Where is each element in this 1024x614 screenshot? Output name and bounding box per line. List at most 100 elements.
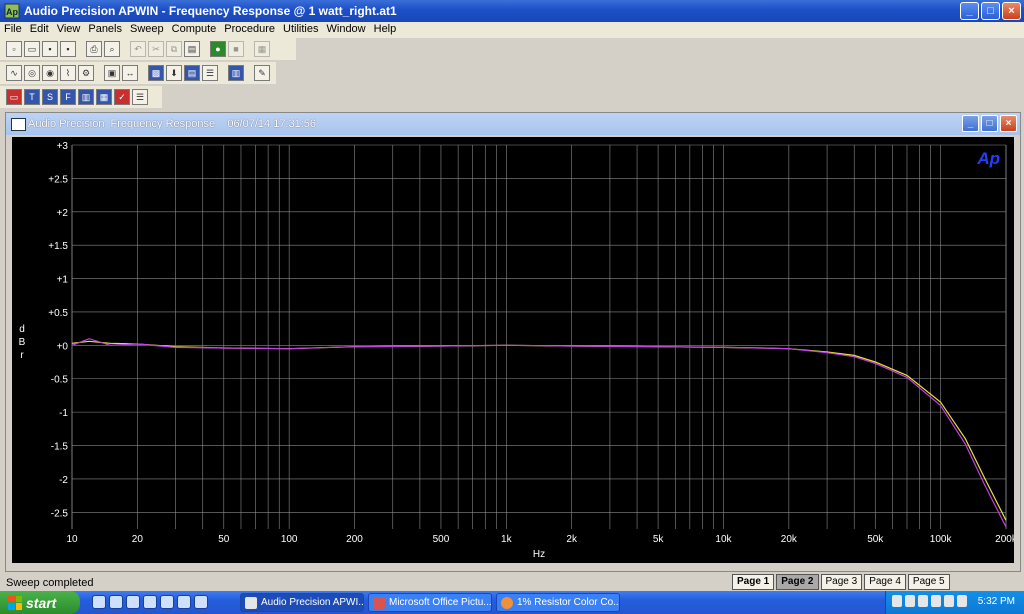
open-folder-icon[interactable]: ▭ xyxy=(24,41,40,57)
tray-network-icon[interactable] xyxy=(905,595,915,607)
y-tick-label: +0 xyxy=(57,341,69,352)
y-axis-label: B xyxy=(19,337,26,348)
new-file-icon[interactable]: ▫ xyxy=(6,41,22,57)
go-green-icon[interactable]: ● xyxy=(210,41,226,57)
check-icon[interactable]: ✓ xyxy=(114,89,130,105)
table-icon[interactable]: ▤ xyxy=(184,65,200,81)
quick-launch-ie-icon[interactable] xyxy=(92,595,106,609)
ap-logo: Ap xyxy=(976,149,1000,168)
spectrum-icon[interactable]: ▥ xyxy=(78,89,94,105)
undo-icon[interactable]: ↶ xyxy=(130,41,146,57)
y-tick-label: -1.5 xyxy=(51,442,69,453)
graph-red-icon[interactable]: ▭ xyxy=(6,89,22,105)
close-button[interactable]: × xyxy=(1002,2,1021,20)
start-button[interactable]: start xyxy=(0,591,80,614)
fft-icon[interactable]: F xyxy=(60,89,76,105)
quick-launch-media-icon[interactable] xyxy=(126,595,140,609)
quick-launch-skype-icon[interactable] xyxy=(194,595,208,609)
page-tabs: Page 1 Page 2 Page 3 Page 4 Page 5 xyxy=(732,574,950,590)
print-preview-icon[interactable]: ⌕ xyxy=(104,41,120,57)
graph-window-icon xyxy=(11,118,26,131)
quick-launch-folder-icon[interactable] xyxy=(160,595,174,609)
menu-panels[interactable]: Panels xyxy=(84,22,126,35)
save-all-icon[interactable]: ▪ xyxy=(60,41,76,57)
status-text: Sweep completed xyxy=(6,577,94,589)
thd-icon[interactable]: T xyxy=(24,89,40,105)
graph-maximize-button[interactable]: □ xyxy=(981,115,998,132)
app-title-bar: Ap Audio Precision APWIN - Frequency Res… xyxy=(0,0,1024,22)
menu-view[interactable]: View xyxy=(53,22,85,35)
page-tab-4[interactable]: Page 4 xyxy=(864,574,906,590)
menu-file[interactable]: File xyxy=(0,22,26,35)
menu-compute[interactable]: Compute xyxy=(168,22,221,35)
edit-icon[interactable]: ✎ xyxy=(254,65,270,81)
task-audio-precision[interactable]: Audio Precision APWI... xyxy=(240,593,364,612)
firefox-task-icon xyxy=(501,597,513,609)
x-tick-label: 5k xyxy=(653,534,665,545)
copy-icon[interactable]: ⧉ xyxy=(166,41,182,57)
frequency-response-plot[interactable]: +3 +2.5 +2 +1.5 +1 +0.5 +0 -0.5 -1 -1.5 -2 -2.5 10 20… xyxy=(12,137,1014,563)
y-tick-label: +2.5 xyxy=(48,174,68,185)
quick-launch-browser-icon[interactable] xyxy=(109,595,123,609)
x-tick-label: 200 xyxy=(346,534,363,545)
menu-sweep[interactable]: Sweep xyxy=(126,22,168,35)
page-tab-3[interactable]: Page 3 xyxy=(820,574,863,590)
tray-app-icon[interactable] xyxy=(944,595,954,607)
task-label-2: Microsoft Office Pictu... xyxy=(389,597,492,608)
x-tick-label: 100k xyxy=(930,534,953,545)
x-tick-label: 20k xyxy=(781,534,798,545)
menu-procedure[interactable]: Procedure xyxy=(220,22,279,35)
settings-icon[interactable]: ⚙ xyxy=(78,65,94,81)
menu-window[interactable]: Window xyxy=(323,22,370,35)
quick-launch-app-icon[interactable] xyxy=(143,595,157,609)
menu-edit[interactable]: Edit xyxy=(26,22,53,35)
tray-phone-icon[interactable] xyxy=(957,595,967,607)
stop-icon[interactable]: ■ xyxy=(228,41,244,57)
tray-security-icon[interactable] xyxy=(918,595,928,607)
analyzer-icon[interactable]: ◎ xyxy=(24,65,40,81)
page-tab-5[interactable]: Page 5 xyxy=(907,574,950,590)
tray-update-icon[interactable] xyxy=(931,595,941,607)
measure-icon[interactable]: ▦ xyxy=(96,89,112,105)
y-tick-label: +3 xyxy=(57,141,69,152)
system-tray: 5:32 PM xyxy=(885,591,1024,614)
y-tick-label: -2 xyxy=(59,475,68,486)
x-tick-label: 50k xyxy=(867,534,884,545)
tray-volume-icon[interactable] xyxy=(892,595,902,607)
quick-launch xyxy=(92,595,208,609)
graph-minimize-button[interactable]: _ xyxy=(962,115,979,132)
audio-precision-task-icon xyxy=(245,597,257,609)
panel-grid-icon[interactable]: ▦ xyxy=(254,41,270,57)
x-tick-label: 500 xyxy=(433,534,450,545)
compute-icon[interactable]: ▣ xyxy=(104,65,120,81)
taskbar: start Audio Precision APWI... Microsoft … xyxy=(0,591,1024,614)
page-tab-2[interactable]: Page 2 xyxy=(776,574,819,590)
quick-launch-firefox-icon[interactable] xyxy=(177,595,191,609)
list-icon[interactable]: ☰ xyxy=(202,65,218,81)
paste-icon[interactable]: ▤ xyxy=(184,41,200,57)
snr-icon[interactable]: S xyxy=(42,89,58,105)
maximize-button[interactable]: □ xyxy=(981,2,1000,20)
dsp-icon[interactable]: ◉ xyxy=(42,65,58,81)
task-office-picture[interactable]: Microsoft Office Pictu... xyxy=(368,593,492,612)
sweep-icon[interactable]: ⌇ xyxy=(60,65,76,81)
menu-help[interactable]: Help xyxy=(370,22,401,35)
minimize-button[interactable]: _ xyxy=(960,2,979,20)
page-tab-1[interactable]: Page 1 xyxy=(732,574,775,590)
graph-close-button[interactable]: × xyxy=(1000,115,1017,132)
monitor-icon[interactable]: ▥ xyxy=(228,65,244,81)
app-icon: Ap xyxy=(4,3,20,19)
arrow-icon[interactable]: ↔ xyxy=(122,65,138,81)
generator-icon[interactable]: ∿ xyxy=(6,65,22,81)
report-icon[interactable]: ☰ xyxy=(132,89,148,105)
cut-icon[interactable]: ✂ xyxy=(148,41,164,57)
task-resistor-color[interactable]: 1% Resistor Color Co... xyxy=(496,593,620,612)
print-icon[interactable]: ⎙ xyxy=(86,41,102,57)
x-tick-label: 2k xyxy=(566,534,578,545)
graph-icon[interactable]: ▩ xyxy=(148,65,164,81)
download-icon[interactable]: ⬇ xyxy=(166,65,182,81)
task-label-3: 1% Resistor Color Co... xyxy=(517,597,620,608)
save-icon[interactable]: ▪ xyxy=(42,41,58,57)
menu-utilities[interactable]: Utilities xyxy=(279,22,322,35)
graph-window-title: Audio Precision Frequency Response 06/07… xyxy=(28,118,317,130)
